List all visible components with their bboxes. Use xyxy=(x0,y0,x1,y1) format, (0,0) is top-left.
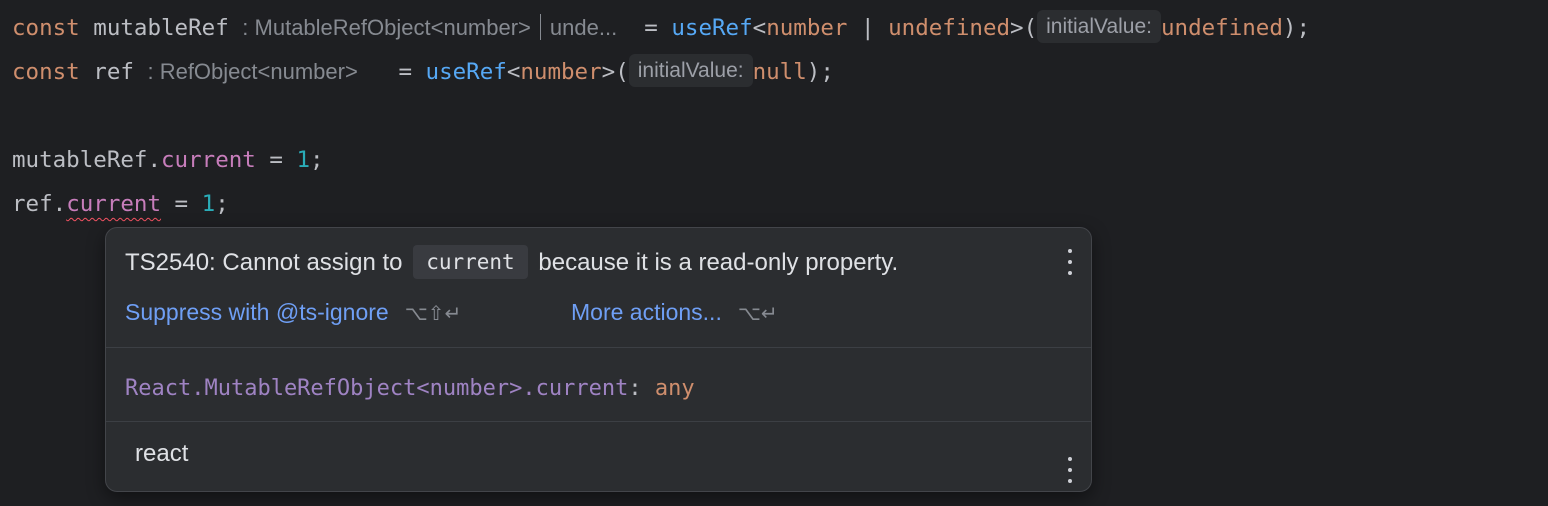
variable-name: ref xyxy=(93,59,134,85)
type-inlay-hint[interactable]: : MutableRefObject<number> xyxy=(242,15,531,40)
assign-operator: = xyxy=(644,15,658,41)
property-signature: React.MutableRefObject<number>.current: … xyxy=(125,371,695,407)
type-inlay-hint[interactable]: : RefObject<number> xyxy=(147,59,357,84)
variable-name: mutableRef xyxy=(93,15,229,41)
generic-open: < xyxy=(752,15,767,41)
statement-end: ); xyxy=(806,59,834,85)
function-call: useRef xyxy=(671,15,753,41)
module-name: react xyxy=(135,440,189,467)
argument: null xyxy=(752,59,807,85)
signature-type: any xyxy=(654,376,695,401)
statement-end: ); xyxy=(1282,15,1310,41)
member-dot: . xyxy=(147,147,162,173)
member-dot: . xyxy=(52,191,67,217)
more-actions-link[interactable]: More actions... xyxy=(571,299,722,325)
object-name: mutableRef xyxy=(12,147,148,173)
parameter-inlay-hint[interactable]: initialValue: xyxy=(628,54,753,87)
error-highlighted-property[interactable]: current xyxy=(66,191,161,217)
more-actions-shortcut: ⌥↵ xyxy=(737,301,778,325)
number-literal: 1 xyxy=(296,147,311,173)
argument: undefined xyxy=(1160,15,1283,41)
generic-open: < xyxy=(506,59,521,85)
generic-close: >( xyxy=(601,59,629,85)
divider xyxy=(106,347,1091,348)
function-call: useRef xyxy=(425,59,507,85)
generic-type-2: undefined xyxy=(888,15,1011,41)
assign-operator: = xyxy=(161,191,202,217)
inlay-hint-separator xyxy=(539,13,541,40)
error-message: TS2540: Cannot assign to current because… xyxy=(125,244,899,281)
code-line-2[interactable]: const ref : RefObject<number> = useRef<n… xyxy=(12,54,834,90)
generic-type: number xyxy=(766,15,848,41)
suppress-shortcut: ⌥⇧↵ xyxy=(404,301,462,325)
quick-actions-row: Suppress with @ts-ignore ⌥⇧↵ More actions… xyxy=(125,295,778,329)
kebab-menu-icon[interactable] xyxy=(1067,457,1073,483)
kebab-menu-icon[interactable] xyxy=(1067,249,1073,275)
signature-colon: : xyxy=(628,376,642,401)
error-tooltip-popup: TS2540: Cannot assign to current because… xyxy=(105,227,1092,492)
code-line-5[interactable]: ref.current = 1; xyxy=(12,186,229,222)
keyword-const: const xyxy=(12,15,80,41)
generic-type: number xyxy=(520,59,602,85)
keyword-const: const xyxy=(12,59,80,85)
number-literal: 1 xyxy=(201,191,216,217)
assign-operator: = xyxy=(255,147,297,173)
suppress-ts-ignore-link[interactable]: Suppress with @ts-ignore xyxy=(125,299,389,325)
more-actions-group: More actions... ⌥↵ xyxy=(571,295,778,330)
object-name: ref xyxy=(12,191,53,217)
assign-operator: = xyxy=(398,59,412,85)
code-line-4[interactable]: mutableRef.current = 1; xyxy=(12,142,324,178)
error-message-suffix: because it is a read-only property. xyxy=(538,249,899,276)
parameter-inlay-hint[interactable]: initialValue: xyxy=(1037,10,1161,43)
property-name: current xyxy=(161,147,256,173)
divider xyxy=(106,421,1091,422)
statement-end: ; xyxy=(310,147,324,173)
error-message-prefix: TS2540: Cannot assign to xyxy=(125,249,403,276)
statement-end: ; xyxy=(215,191,229,217)
union-pipe: | xyxy=(847,15,889,41)
signature-name[interactable]: React.MutableRefObject<number>.current xyxy=(125,376,628,401)
type-inlay-hint-truncated[interactable]: unde... xyxy=(550,15,617,40)
generic-close: >( xyxy=(1010,15,1038,41)
code-line-1[interactable]: const mutableRef : MutableRefObject<numb… xyxy=(12,10,1310,46)
code-editor[interactable]: const mutableRef : MutableRefObject<numb… xyxy=(0,0,1548,506)
error-code-chip: current xyxy=(413,244,528,279)
